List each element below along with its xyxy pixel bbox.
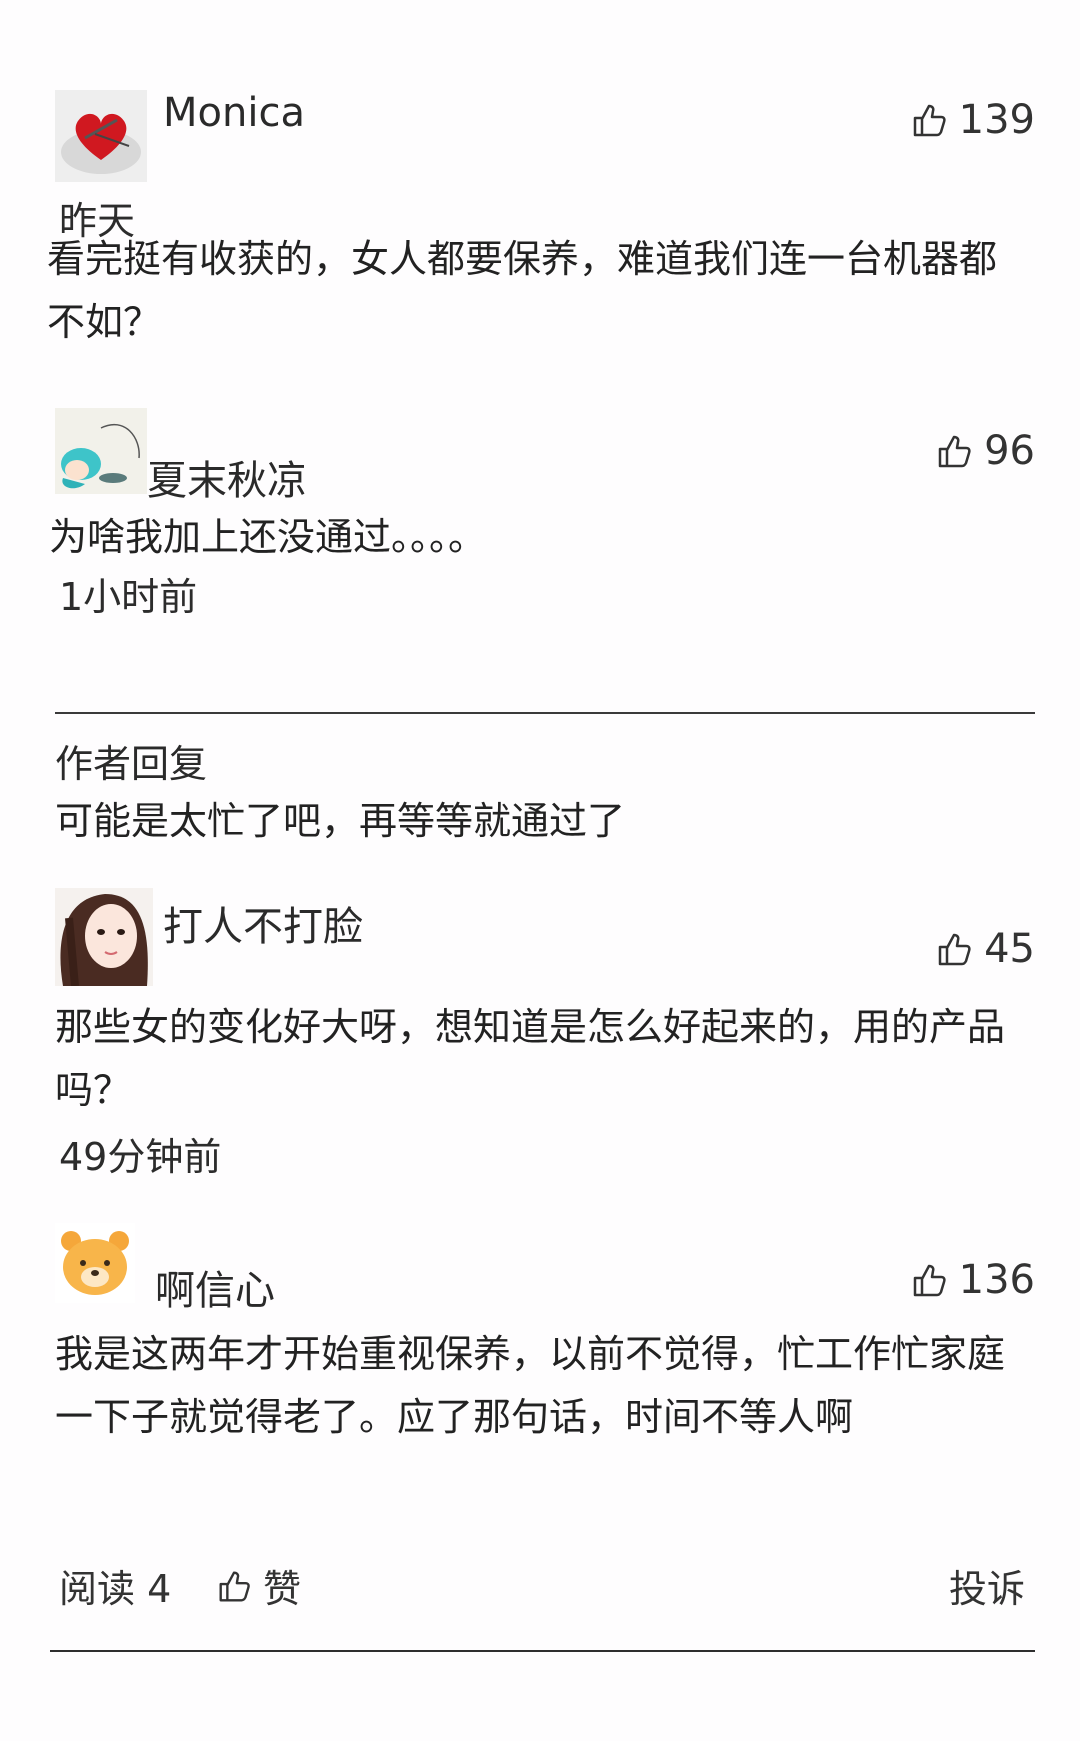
thumbs-up-icon [913, 104, 946, 137]
like-counter[interactable]: 96 [895, 426, 1035, 476]
like-counter[interactable]: 139 [895, 95, 1035, 145]
girl-photo-avatar-icon [55, 888, 153, 986]
like-count: 96 [984, 428, 1035, 474]
comment-nickname[interactable]: 打人不打脸 [163, 894, 363, 952]
like-count: 136 [958, 1257, 1035, 1303]
comment-text: 那些女的变化好大呀，想知道是怎么好起来的，用的产品吗？ [55, 1005, 1006, 1112]
thumbs-up-icon [938, 435, 971, 468]
comments-page: Monica 139 昨天 看完挺有收获的，女人都要保养，难道我们连一台机器都不… [0, 0, 1080, 1741]
like-counter[interactable]: 136 [895, 1255, 1035, 1305]
report-link[interactable]: 投诉 [949, 1558, 1025, 1613]
anime-girl-avatar-icon [55, 408, 147, 494]
comment-text: 看完挺有收获的，女人都要保养，难道我们连一台机器都不如？ [47, 237, 998, 344]
like-counter[interactable]: 45 [895, 924, 1035, 974]
comment-text: 我是这两年才开始重视保养，以前不觉得，忙工作忙家庭一下子就觉得老了。应了那句话，… [55, 1332, 1006, 1439]
comment-time: 49分钟前 [59, 1135, 222, 1179]
comment-nickname[interactable]: 啊信心 [155, 1258, 275, 1316]
like-count: 45 [984, 926, 1035, 972]
comment-time: 1小时前 [59, 575, 198, 619]
comment-nickname[interactable]: Monica [163, 90, 305, 136]
thumbs-up-icon [938, 933, 971, 966]
like-button[interactable]: 赞 [215, 1558, 301, 1613]
like-button-label: 赞 [263, 1567, 302, 1611]
avatar[interactable] [55, 408, 147, 494]
red-heart-avatar-icon [55, 90, 147, 182]
comment-item: Monica 139 昨天 看完挺有收获的，女人都要保养，难道我们连一台机器都不… [47, 90, 1035, 350]
thumbs-up-icon [219, 1571, 250, 1601]
like-count: 139 [958, 97, 1035, 143]
comment-item: 夏末秋凉 96 为啥我加上还没通过。。。。 1小时前 [49, 408, 1035, 619]
cartoon-bear-avatar-icon [55, 1223, 135, 1303]
comment-item: 啊信心 136 我是这两年才开始重视保养，以前不觉得，忙工作忙家庭一下子就觉得老… [55, 1223, 1035, 1463]
avatar[interactable] [55, 1223, 135, 1303]
author-reply-label: 作者回复 [55, 742, 208, 786]
thumbs-up-icon [913, 1264, 946, 1297]
comment-nickname[interactable]: 夏末秋凉 [147, 448, 307, 506]
author-reply-text: 可能是太忙了吧，再等等就通过了 [55, 799, 626, 843]
avatar[interactable] [55, 90, 147, 182]
read-count: 阅读 4 [59, 1567, 172, 1611]
article-footer: 阅读 4 赞 投诉 [55, 1558, 1025, 1618]
footer-divider [50, 1650, 1035, 1652]
comment-text: 为啥我加上还没通过。。。。 [49, 515, 487, 559]
avatar[interactable] [55, 888, 153, 986]
comment-item: 打人不打脸 45 那些女的变化好大呀，想知道是怎么好起来的，用的产品吗？ 49分… [55, 888, 1035, 1179]
reply-divider [55, 712, 1035, 714]
